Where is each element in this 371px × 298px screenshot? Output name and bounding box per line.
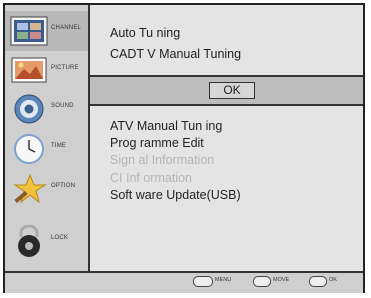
sound-icon xyxy=(10,93,48,125)
sidebar-item-channel[interactable]: CHANNEL xyxy=(5,11,88,51)
sidebar-item-time[interactable]: TIME xyxy=(5,129,88,169)
sidebar-item-label: OPTION xyxy=(51,183,76,189)
menu-hint-label: MENU xyxy=(215,277,232,283)
sidebar-item-label: SOUND xyxy=(51,103,74,109)
menu-item-atv-manual-tuning[interactable]: ATV Manual Tun ing xyxy=(110,119,222,133)
footer-hint-bar: MENU MOVE OK xyxy=(5,271,363,293)
sidebar-item-label: LOCK xyxy=(51,235,69,241)
move-key-icon xyxy=(253,276,271,287)
ok-bar: OK xyxy=(90,77,363,106)
menu-item-auto-tuning[interactable]: Auto Tu ning xyxy=(110,26,180,40)
sidebar-item-sound[interactable]: SOUND xyxy=(5,89,88,129)
ok-button[interactable]: OK xyxy=(209,82,255,99)
ok-key-icon xyxy=(309,276,327,287)
sidebar-item-label: TIME xyxy=(51,143,67,149)
channel-icon xyxy=(10,15,48,47)
sidebar-item-label: CHANNEL xyxy=(51,25,82,31)
sidebar-item-label: PICTURE xyxy=(51,65,79,71)
move-hint-label: MOVE xyxy=(273,277,290,283)
ok-hint-label: OK xyxy=(329,277,337,283)
tv-menu-window: CHANNEL PICTURE SOUND TIME OPTION LOCK A… xyxy=(3,3,365,293)
menu-item-ci-information: CI Inf ormation xyxy=(110,171,192,185)
sidebar-item-option[interactable]: OPTION xyxy=(5,169,88,209)
clock-icon xyxy=(10,133,48,165)
menu-item-signal-information: Sign al Information xyxy=(110,153,215,167)
option-star-icon xyxy=(10,173,48,205)
picture-icon xyxy=(10,55,48,87)
tuning-section: Auto Tu ning CADT V Manual Tuning xyxy=(90,5,363,77)
menu-item-cadtv-manual-tuning[interactable]: CADT V Manual Tuning xyxy=(110,47,241,61)
menu-item-programme-edit[interactable]: Prog ramme Edit xyxy=(110,136,204,150)
sidebar-item-picture[interactable]: PICTURE xyxy=(5,51,88,91)
menu-key-icon xyxy=(193,276,213,287)
channel-menu-panel: Auto Tu ning CADT V Manual Tuning OK ATV… xyxy=(90,5,363,271)
lock-icon xyxy=(10,224,48,257)
sidebar: CHANNEL PICTURE SOUND TIME OPTION LOCK xyxy=(5,5,88,271)
menu-item-software-update-usb[interactable]: Soft ware Update(USB) xyxy=(110,188,241,202)
sidebar-item-lock[interactable]: LOCK xyxy=(5,221,88,261)
